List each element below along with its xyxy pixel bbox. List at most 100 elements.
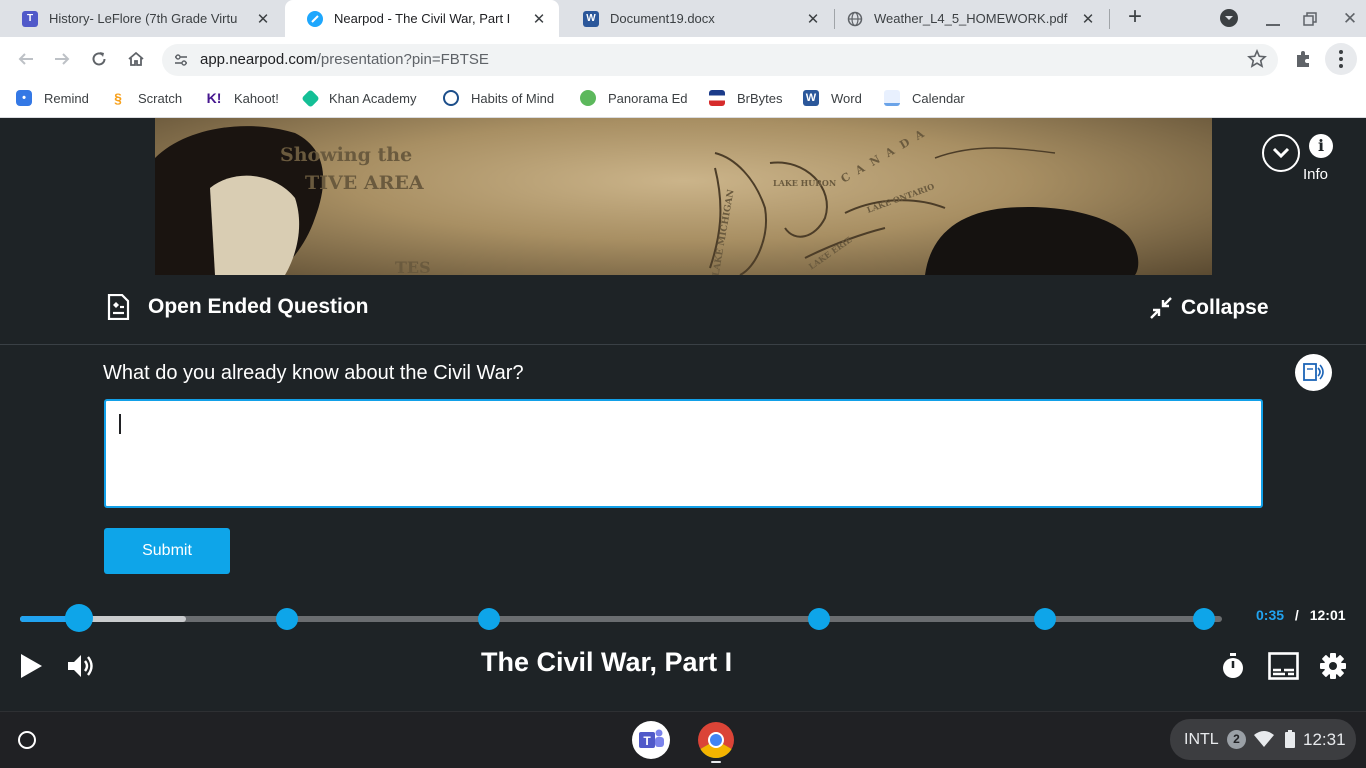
panorama-icon bbox=[580, 90, 596, 106]
back-icon[interactable] bbox=[13, 46, 39, 72]
close-icon[interactable]: ✕ bbox=[527, 10, 551, 28]
question-marker[interactable] bbox=[1192, 608, 1215, 630]
expand-chevron-icon[interactable] bbox=[1262, 134, 1300, 172]
svg-text:T: T bbox=[643, 734, 651, 748]
question-type-icon bbox=[106, 293, 130, 321]
bookmark-label: Khan Academy bbox=[329, 90, 417, 106]
close-icon[interactable]: ✕ bbox=[801, 10, 825, 28]
minimize-icon[interactable] bbox=[1266, 24, 1280, 26]
reload-icon[interactable] bbox=[86, 46, 112, 72]
immersive-reader-icon[interactable] bbox=[1295, 354, 1332, 391]
bookmark-label: Habits of Mind bbox=[471, 90, 555, 106]
nearpod-icon bbox=[307, 10, 323, 27]
bookmark-panorama[interactable]: Panorama Ed bbox=[580, 88, 688, 108]
question-type-label: Open Ended Question bbox=[148, 295, 369, 318]
bookmark-label: Remind bbox=[44, 90, 89, 106]
bookmark-label: Scratch bbox=[138, 90, 183, 106]
bookmark-star-icon[interactable] bbox=[1247, 48, 1267, 69]
bookmark-word[interactable]: W Word bbox=[803, 88, 862, 108]
globe-icon bbox=[847, 11, 863, 27]
tab-nearpod[interactable]: Nearpod - The Civil War, Part I ✕ bbox=[285, 0, 559, 37]
info-label[interactable]: Info bbox=[1303, 166, 1328, 183]
remind-icon: • bbox=[16, 90, 32, 106]
brbytes-icon bbox=[709, 90, 725, 106]
time-display: 0:35 / 12:01 bbox=[1256, 607, 1346, 623]
tab-separator bbox=[1109, 9, 1110, 29]
progress-scrubber[interactable] bbox=[64, 604, 93, 632]
url-text[interactable]: app.nearpod.com/presentation?pin=FBTSE bbox=[200, 51, 489, 68]
current-time: 0:35 bbox=[1256, 607, 1285, 623]
question-prompt: What do you already know about the Civil… bbox=[103, 362, 524, 384]
restore-icon[interactable] bbox=[1303, 12, 1317, 26]
captions-icon[interactable] bbox=[1268, 652, 1299, 680]
speed-timer-icon[interactable] bbox=[1220, 652, 1246, 680]
habits-of-mind-icon bbox=[443, 90, 459, 106]
text-caret bbox=[119, 414, 121, 434]
time-separator: / bbox=[1294, 607, 1299, 623]
launcher-icon[interactable] bbox=[18, 731, 36, 749]
info-icon[interactable]: i bbox=[1309, 134, 1333, 158]
duration: 12:01 bbox=[1309, 607, 1346, 623]
play-icon[interactable] bbox=[18, 653, 44, 679]
question-marker[interactable] bbox=[275, 608, 298, 630]
bookmark-habits-of-mind[interactable]: Habits of Mind bbox=[443, 88, 554, 108]
bookmark-scratch[interactable]: § Scratch bbox=[110, 88, 182, 108]
wifi-icon bbox=[1254, 730, 1274, 748]
bookmark-khan-academy[interactable]: Khan Academy bbox=[301, 88, 417, 108]
teams-icon[interactable]: T bbox=[632, 721, 670, 759]
extensions-icon[interactable] bbox=[1293, 49, 1313, 69]
collapse-button[interactable]: Collapse bbox=[1149, 294, 1269, 322]
bookmark-remind[interactable]: • Remind bbox=[16, 88, 89, 108]
khan-academy-icon bbox=[301, 88, 320, 108]
answer-textarea[interactable] bbox=[104, 399, 1263, 508]
map-label: TIVE AREA bbox=[305, 172, 424, 194]
tab-document19[interactable]: W Document19.docx ✕ bbox=[561, 0, 833, 37]
close-icon[interactable]: ✕ bbox=[251, 10, 275, 28]
close-icon[interactable]: ✕ bbox=[1076, 10, 1100, 28]
word-icon: W bbox=[583, 10, 599, 27]
notification-badge: 2 bbox=[1227, 730, 1246, 749]
tab-title: History- LeFlore (7th Grade Virtu bbox=[49, 11, 238, 26]
bookmark-label: Kahoot! bbox=[234, 90, 279, 106]
url-path: /presentation?pin=FBTSE bbox=[316, 51, 489, 68]
bookmark-label: Calendar bbox=[912, 90, 965, 106]
bookmark-calendar[interactable]: Calendar bbox=[884, 88, 965, 108]
submit-button[interactable]: Submit bbox=[104, 528, 230, 574]
browser-menu-icon[interactable] bbox=[1325, 43, 1357, 75]
map-label: TES bbox=[395, 258, 431, 275]
teams-icon: T bbox=[22, 10, 38, 27]
window-close-icon[interactable]: ✕ bbox=[1340, 9, 1360, 29]
os-shelf bbox=[0, 711, 1366, 768]
calendar-icon bbox=[884, 90, 900, 106]
tab-title: Nearpod - The Civil War, Part I bbox=[334, 11, 511, 26]
video-frame: Showing the TIVE AREA TES LAKE MICHIGAN … bbox=[155, 118, 1212, 275]
bookmark-label: Word bbox=[831, 90, 862, 106]
forward-icon[interactable] bbox=[49, 46, 75, 72]
tab-title: Weather_L4_5_HOMEWORK.pdf bbox=[874, 11, 1068, 26]
settings-gear-icon[interactable] bbox=[1319, 652, 1347, 680]
home-icon[interactable] bbox=[123, 46, 149, 72]
battery-icon bbox=[1285, 730, 1295, 748]
bookmark-kahoot[interactable]: K! Kahoot! bbox=[206, 88, 279, 108]
kahoot-icon: K! bbox=[206, 90, 222, 106]
tab-search-icon[interactable] bbox=[1220, 9, 1238, 27]
site-info-icon[interactable] bbox=[173, 52, 189, 68]
chrome-running-indicator bbox=[711, 761, 721, 763]
volume-icon[interactable] bbox=[66, 652, 98, 680]
tab-weather-homework[interactable]: Weather_L4_5_HOMEWORK.pdf ✕ bbox=[835, 0, 1108, 37]
new-tab-icon[interactable]: + bbox=[1123, 5, 1147, 30]
bookmark-brbytes[interactable]: BrBytes bbox=[709, 88, 783, 108]
question-marker[interactable] bbox=[477, 608, 500, 630]
map-label: LAKE HURON bbox=[773, 178, 837, 188]
chrome-icon[interactable] bbox=[697, 721, 735, 759]
map-label: Showing the bbox=[280, 144, 413, 166]
clock: 12:31 bbox=[1303, 730, 1346, 749]
tab-title: Document19.docx bbox=[610, 11, 715, 26]
collapse-icon bbox=[1149, 296, 1173, 320]
url-host: app.nearpod.com bbox=[200, 51, 317, 68]
bookmark-label: BrBytes bbox=[737, 90, 783, 106]
keyboard-layout: INTL bbox=[1184, 731, 1219, 748]
video-title: The Civil War, Part I bbox=[481, 647, 733, 677]
word-icon: W bbox=[803, 90, 819, 106]
tab-history-leflore[interactable]: T History- LeFlore (7th Grade Virtu ✕ bbox=[0, 0, 283, 37]
